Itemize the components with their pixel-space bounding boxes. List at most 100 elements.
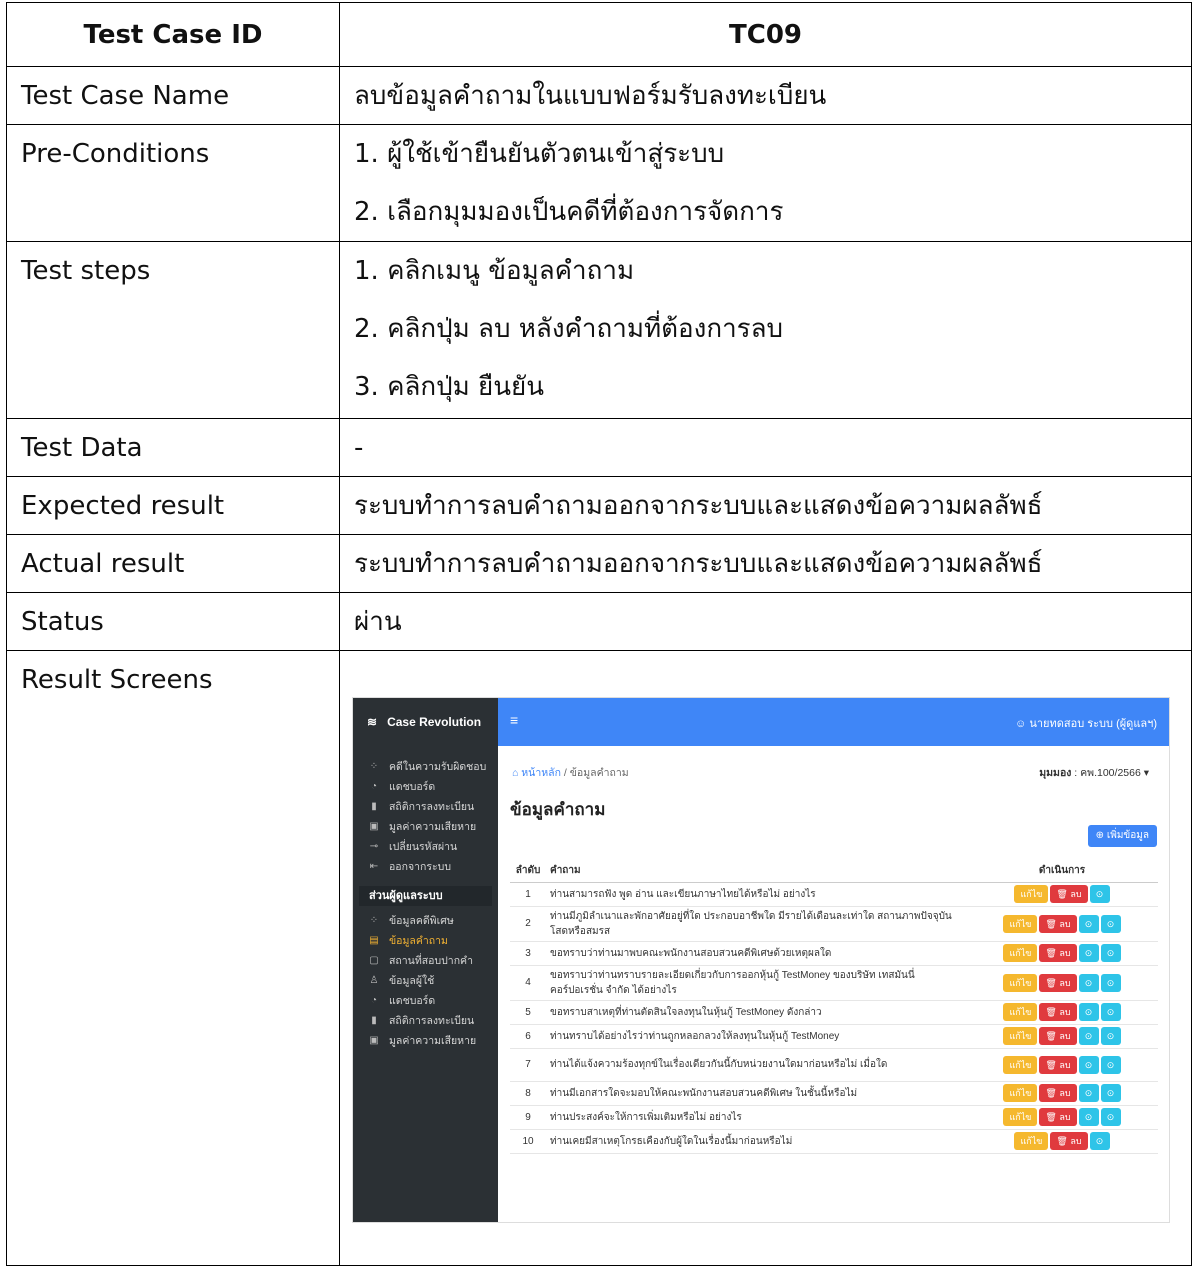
page-title: ข้อมูลคำถาม <box>510 800 606 819</box>
dashboard-icon: ◔ <box>370 994 378 1006</box>
move-down-button[interactable]: ⊙ <box>1100 973 1121 992</box>
delete-button[interactable]: 🗑 ลบ <box>1039 1055 1077 1074</box>
stats-icon: ▮ <box>371 1014 377 1026</box>
delete-button[interactable]: 🗑 ลบ <box>1039 1108 1077 1126</box>
move-up-button[interactable]: ⊙ <box>1078 1003 1099 1021</box>
edit-button[interactable]: แก้ไข <box>1003 1027 1038 1045</box>
edit-button[interactable]: แก้ไข <box>1003 1055 1038 1074</box>
row-actions: แก้ไข 🗑 ลบ ⊙ ⊙ <box>966 965 1158 1001</box>
edit-button[interactable]: แก้ไข <box>1003 1108 1038 1126</box>
row-actions: แก้ไข 🗑 ลบ ⊙ ⊙ <box>966 1000 1158 1025</box>
sidebar-item[interactable]: ▤ ข้อมูลคำถาม <box>353 930 498 950</box>
question-text: ท่านสามารถฟัง พูด อ่าน และเขียนภาษาไทยได… <box>546 882 966 907</box>
row-actions: แก้ไข 🗑 ลบ ⊙ <box>966 882 1158 907</box>
move-down-button[interactable]: ⊙ <box>1100 1108 1121 1126</box>
perspective-select[interactable]: มุมมอง : คพ.100/2566 ▾ <box>1039 764 1149 781</box>
edit-button[interactable]: แก้ไข <box>1003 973 1038 992</box>
sidebar-item[interactable]: ⊸ เปลี่ยนรหัสผ่าน <box>353 836 498 856</box>
perspective-value: : คพ.100/2566 ▾ <box>1071 767 1149 779</box>
delete-button[interactable]: 🗑 ลบ <box>1039 1003 1077 1021</box>
delete-button[interactable]: 🗑 ลบ <box>1039 1027 1077 1045</box>
move-down-button[interactable]: ⊙ <box>1100 1084 1121 1102</box>
logout-icon: ⇤ <box>369 860 379 872</box>
sidebar-item[interactable]: ▣ มูลค่าความเสียหาย <box>353 816 498 836</box>
preconditions-label: Pre-Conditions <box>21 139 210 169</box>
sidebar-item-label: ข้อมูลคดีพิเศษ <box>389 914 454 927</box>
form-icon: ▢ <box>369 954 379 966</box>
row-number: 1 <box>510 882 546 907</box>
move-up-button[interactable]: ⊙ <box>1078 1108 1099 1126</box>
move-up-button[interactable]: ⊙ <box>1089 1132 1110 1150</box>
breadcrumb-home[interactable]: ⌂ หน้าหลัก <box>512 767 561 779</box>
move-up-button[interactable]: ⊙ <box>1078 1027 1099 1045</box>
move-down-button[interactable]: ⊙ <box>1100 914 1121 933</box>
edit-button[interactable]: แก้ไข <box>1014 885 1049 903</box>
add-data-button[interactable]: ⊕ เพิ่มข้อมูล <box>1087 825 1157 847</box>
row-number: 9 <box>510 1105 546 1130</box>
move-down-button[interactable]: ⊙ <box>1100 1055 1121 1074</box>
expected-result-label: Expected result <box>6 476 340 535</box>
move-up-button[interactable]: ⊙ <box>1078 914 1099 933</box>
table-row: 3 ขอทราบว่าท่านมาพบคณะพนักงานสอบสวนคดีพิเ… <box>510 941 1158 966</box>
user-menu[interactable]: ☺ นายทดสอบ ระบบ (ผู้ดูแลฯ) <box>1015 714 1157 732</box>
menu-icon[interactable]: ≡ <box>510 712 518 728</box>
test-case-id-label: Test Case ID <box>6 2 340 67</box>
expected-result-value: ระบบทำการลบคำถามออกจากระบบและแสดงข้อความ… <box>339 476 1192 535</box>
row-number: 8 <box>510 1081 546 1106</box>
test-steps-label: Test steps <box>21 256 151 286</box>
edit-button[interactable]: แก้ไข <box>1003 914 1038 933</box>
row-number: 3 <box>510 941 546 966</box>
grid-icon: ⁘ <box>369 914 379 926</box>
sidebar-item-label: ออกจากระบบ <box>389 860 451 873</box>
row-actions: แก้ไข 🗑 ลบ ⊙ ⊙ <box>966 906 1158 942</box>
move-up-button[interactable]: ⊙ <box>1078 944 1099 962</box>
sidebar-item-label: แดชบอร์ด <box>389 780 436 793</box>
move-down-button[interactable]: ⊙ <box>1100 1003 1121 1021</box>
edit-button[interactable]: แก้ไข <box>1003 944 1038 962</box>
sidebar-item[interactable]: ▣ มูลค่าความเสียหาย <box>353 1030 498 1050</box>
row-actions: แก้ไข 🗑 ลบ ⊙ ⊙ <box>966 941 1158 966</box>
table-row: 6 ท่านทราบได้อย่างไรว่าท่านถูกหลอกลวงให้ล… <box>510 1024 1158 1049</box>
test-case-id-value: TC09 <box>339 2 1192 67</box>
test-data-label: Test Data <box>6 418 340 477</box>
move-up-button[interactable]: ⊙ <box>1078 1084 1099 1102</box>
sidebar-item-label: มูลค่าความเสียหาย <box>389 820 477 833</box>
sidebar-item[interactable]: ⁘ คดีในความรับผิดชอบ <box>353 756 498 776</box>
breadcrumb-separator: / <box>560 767 570 779</box>
move-down-button[interactable]: ⊙ <box>1100 944 1121 962</box>
grid-icon: ⁘ <box>369 760 379 772</box>
edit-button[interactable]: แก้ไข <box>1003 1084 1038 1102</box>
sidebar-item[interactable]: ◔ แดชบอร์ด <box>353 776 498 796</box>
sidebar-item[interactable]: ▮ สถิติการลงทะเบียน <box>353 796 498 816</box>
perspective-label: มุมมอง <box>1039 767 1072 779</box>
delete-button[interactable]: 🗑 ลบ <box>1039 914 1077 933</box>
delete-button[interactable]: 🗑 ลบ <box>1039 973 1077 992</box>
sidebar-item[interactable]: ♙ ข้อมูลผู้ใช้ <box>353 970 498 990</box>
precondition-item: 2. เลือกมุมมองเป็นคดีที่ต้องการจัดการ <box>354 197 784 227</box>
test-case-name-label: Test Case Name <box>6 66 340 125</box>
precondition-item: 1. ผู้ใช้เข้ายืนยันตัวตนเข้าสู่ระบบ <box>354 139 725 169</box>
edit-button[interactable]: แก้ไข <box>1014 1132 1049 1150</box>
row-number: 10 <box>510 1129 546 1154</box>
delete-button[interactable]: 🗑 ลบ <box>1050 1132 1088 1150</box>
move-down-button[interactable]: ⊙ <box>1100 1027 1121 1045</box>
top-bar: ≡ ☺ นายทดสอบ ระบบ (ผู้ดูแลฯ) <box>498 698 1169 746</box>
sidebar-item[interactable]: ◔ แดชบอร์ด <box>353 990 498 1010</box>
row-actions: แก้ไข 🗑 ลบ ⊙ ⊙ <box>966 1105 1158 1130</box>
delete-button[interactable]: 🗑 ลบ <box>1050 885 1088 903</box>
move-up-button[interactable]: ⊙ <box>1078 1055 1099 1074</box>
layers-icon: ≋ <box>367 715 378 729</box>
sidebar-item[interactable]: ⇤ ออกจากระบบ <box>353 856 498 876</box>
sidebar-item[interactable]: ⁘ ข้อมูลคดีพิเศษ <box>353 910 498 930</box>
sidebar-item-label: มูลค่าความเสียหาย <box>389 1034 477 1047</box>
status-value: ผ่าน <box>339 592 1192 651</box>
delete-button[interactable]: 🗑 ลบ <box>1039 1084 1077 1102</box>
move-down-button[interactable]: ⊙ <box>1089 885 1110 903</box>
sidebar-item[interactable]: ▢ สถานที่สอบปากคำ <box>353 950 498 970</box>
move-up-button[interactable]: ⊙ <box>1078 973 1099 992</box>
sidebar-item[interactable]: ▮ สถิติการลงทะเบียน <box>353 1010 498 1030</box>
row-actions: แก้ไข 🗑 ลบ ⊙ <box>966 1129 1158 1154</box>
delete-button[interactable]: 🗑 ลบ <box>1039 944 1077 962</box>
edit-button[interactable]: แก้ไข <box>1003 1003 1038 1021</box>
sidebar-item-label: ข้อมูลผู้ใช้ <box>389 974 435 987</box>
